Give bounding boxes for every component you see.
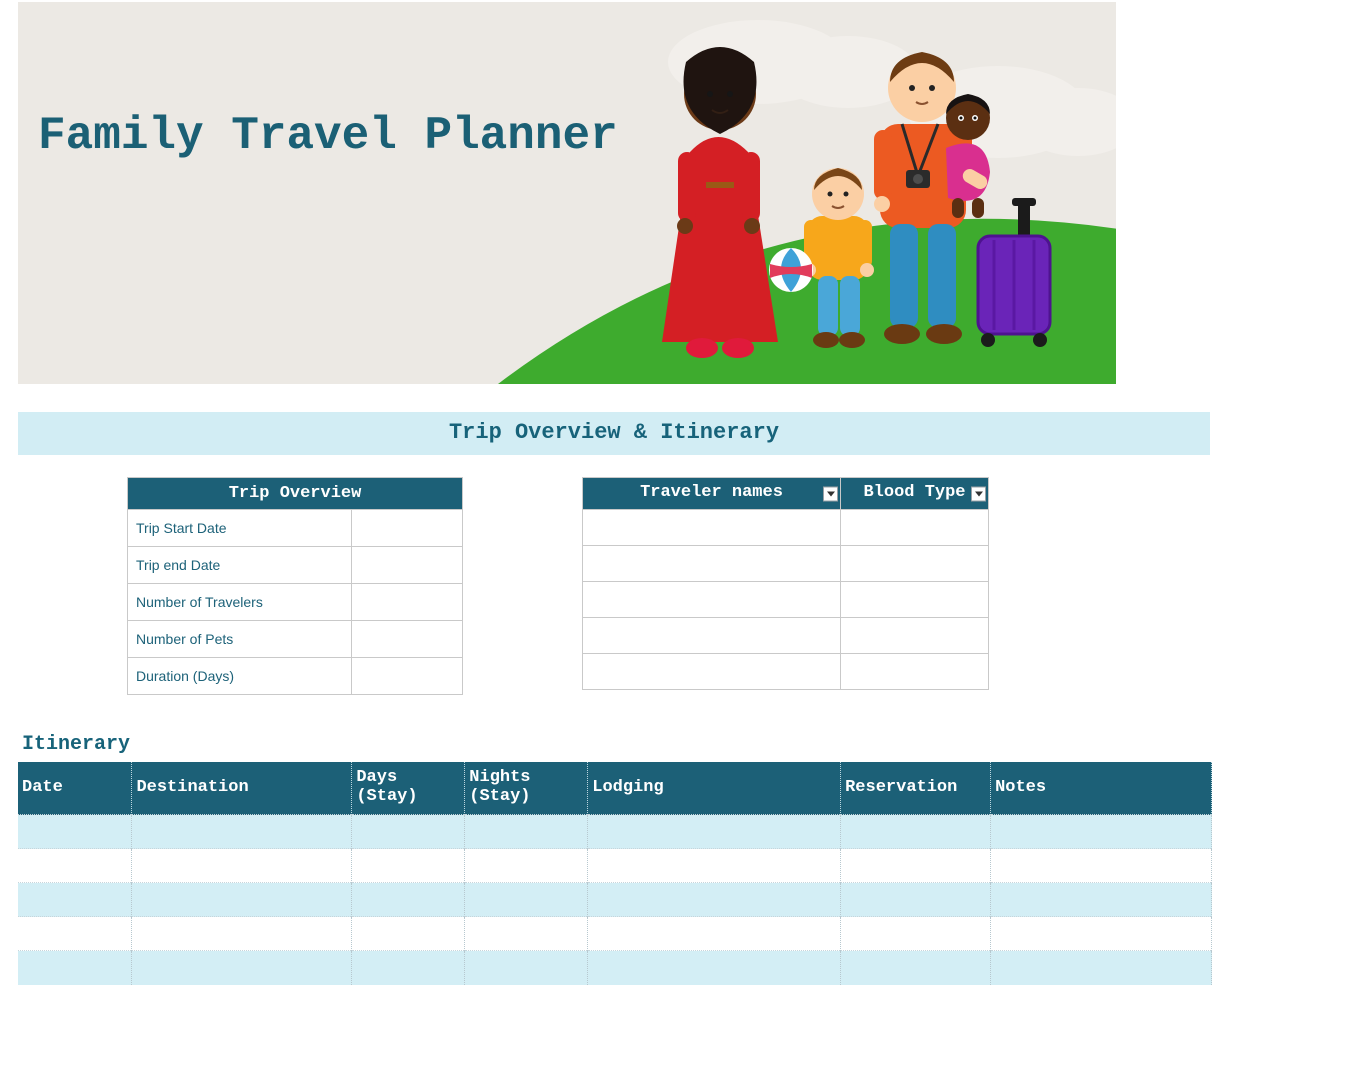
table-row: Duration (Days)	[128, 658, 463, 695]
table-row	[583, 582, 989, 618]
col-date[interactable]: Date	[18, 762, 132, 815]
overview-value[interactable]	[351, 547, 462, 584]
traveler-name-cell[interactable]	[583, 582, 841, 618]
trip-overview-table: Trip Overview Trip Start Date Trip end D…	[127, 477, 463, 695]
table-row	[18, 849, 1212, 883]
traveler-name-cell[interactable]	[583, 618, 841, 654]
overview-value[interactable]	[351, 584, 462, 621]
table-row	[583, 546, 989, 582]
overview-label: Duration (Days)	[128, 658, 352, 695]
table-row	[18, 815, 1212, 849]
table-row	[583, 618, 989, 654]
traveler-name-cell[interactable]	[583, 546, 841, 582]
travelers-col-names[interactable]: Traveler names	[583, 478, 841, 510]
table-row: Number of Travelers	[128, 584, 463, 621]
traveler-blood-cell[interactable]	[841, 546, 989, 582]
traveler-blood-cell[interactable]	[841, 654, 989, 690]
trip-overview-header: Trip Overview	[128, 478, 463, 510]
page-root: Family Travel Planner Trip Overview & It…	[0, 2, 1368, 1082]
table-row	[18, 951, 1212, 985]
itinerary-table: Date Destination Days (Stay) Nights (Sta…	[18, 762, 1212, 985]
overview-value[interactable]	[351, 510, 462, 547]
col-reservation[interactable]: Reservation	[841, 762, 991, 815]
col-destination[interactable]: Destination	[132, 762, 352, 815]
filter-dropdown-icon[interactable]	[971, 486, 986, 501]
table-row	[583, 510, 989, 546]
section-heading: Trip Overview & Itinerary	[18, 412, 1210, 455]
overview-row: Trip Overview Trip Start Date Trip end D…	[18, 455, 1368, 695]
col-lodging[interactable]: Lodging	[588, 762, 841, 815]
overview-label: Trip Start Date	[128, 510, 352, 547]
overview-label: Number of Pets	[128, 621, 352, 658]
overview-label: Trip end Date	[128, 547, 352, 584]
hero-banner: Family Travel Planner	[18, 2, 1116, 384]
table-row	[18, 883, 1212, 917]
filter-dropdown-icon[interactable]	[823, 486, 838, 501]
traveler-name-cell[interactable]	[583, 510, 841, 546]
travelers-col-blood[interactable]: Blood Type	[841, 478, 989, 510]
traveler-name-cell[interactable]	[583, 654, 841, 690]
itinerary-header-row: Date Destination Days (Stay) Nights (Sta…	[18, 762, 1212, 815]
overview-label: Number of Travelers	[128, 584, 352, 621]
travelers-table: Traveler names Blood Type	[582, 477, 989, 690]
col-label: Blood Type	[863, 483, 965, 502]
col-label: Traveler names	[640, 483, 783, 502]
overview-value[interactable]	[351, 658, 462, 695]
table-row: Trip end Date	[128, 547, 463, 584]
hero-illustration	[18, 2, 1116, 384]
col-days[interactable]: Days (Stay)	[352, 762, 465, 815]
itinerary-heading: Itinerary	[22, 733, 1368, 756]
col-notes[interactable]: Notes	[991, 762, 1212, 815]
traveler-blood-cell[interactable]	[841, 618, 989, 654]
table-row	[583, 654, 989, 690]
page-title: Family Travel Planner	[38, 110, 618, 162]
overview-value[interactable]	[351, 621, 462, 658]
table-row: Trip Start Date	[128, 510, 463, 547]
table-row	[18, 917, 1212, 951]
traveler-blood-cell[interactable]	[841, 510, 989, 546]
traveler-blood-cell[interactable]	[841, 582, 989, 618]
col-nights[interactable]: Nights (Stay)	[465, 762, 588, 815]
table-row: Number of Pets	[128, 621, 463, 658]
